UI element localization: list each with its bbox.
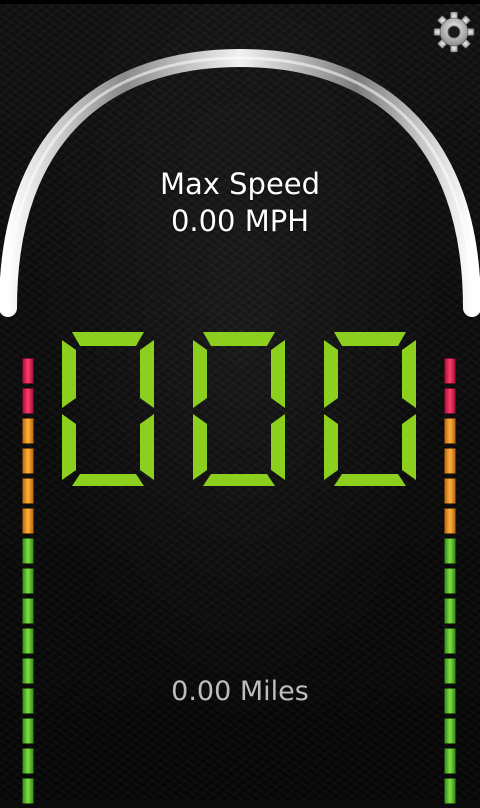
meter-segment-green (444, 598, 456, 624)
speed-digit-1: 0 (62, 332, 154, 486)
meter-segment-red (444, 358, 456, 384)
max-speed-label: Max Speed (159, 167, 321, 201)
meter-segment-green (444, 568, 456, 594)
meter-segment-green (22, 598, 34, 624)
max-speed-value: 0.00 MPH (170, 204, 310, 238)
meter-segment-green (444, 778, 456, 804)
meter-segment-green (444, 538, 456, 564)
meter-segment-green (22, 538, 34, 564)
meter-segment-green (22, 778, 34, 804)
left-level-meter (22, 358, 34, 808)
meter-segment-orange (444, 478, 456, 504)
meter-segment-red (22, 358, 34, 384)
meter-segment-green (444, 718, 456, 744)
distance-label: 0.00 Miles (171, 676, 309, 707)
meter-segment-green (22, 628, 34, 654)
meter-segment-orange (444, 508, 456, 534)
meter-segment-orange (22, 508, 34, 534)
meter-segment-red (444, 388, 456, 414)
meter-segment-green (444, 748, 456, 774)
meter-segment-orange (22, 418, 34, 444)
speed-digit-2: 0 (193, 332, 285, 486)
settings-button[interactable] (432, 10, 476, 54)
meter-segment-green (444, 688, 456, 714)
speed-digit-3: 0 (324, 332, 416, 486)
meter-segment-orange (444, 448, 456, 474)
meter-segment-green (22, 658, 34, 684)
meter-segment-green (22, 748, 34, 774)
speed-display: 0 0 0 (62, 332, 416, 486)
meter-segment-orange (444, 418, 456, 444)
right-level-meter (444, 358, 456, 808)
meter-segment-green (444, 658, 456, 684)
meter-segment-green (22, 688, 34, 714)
gear-icon (433, 11, 475, 53)
meter-segment-green (444, 628, 456, 654)
meter-segment-orange (22, 478, 34, 504)
meter-segment-orange (22, 448, 34, 474)
meter-segment-green (22, 568, 34, 594)
meter-segment-red (22, 388, 34, 414)
meter-segment-green (22, 718, 34, 744)
